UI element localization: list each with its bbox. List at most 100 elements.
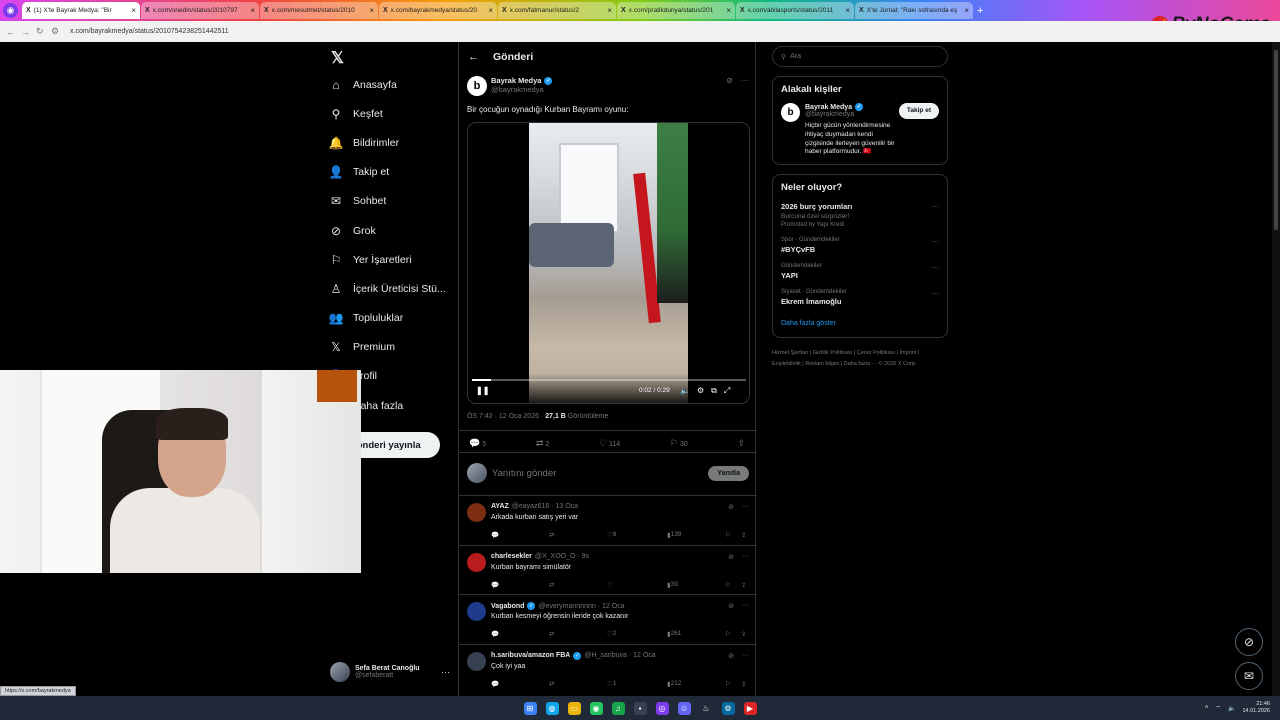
close-tab-icon[interactable]: × bbox=[964, 6, 969, 15]
author-handle[interactable]: @bayrakmedya bbox=[491, 85, 552, 94]
reply-input[interactable]: Yanıtını gönder bbox=[492, 468, 556, 479]
reply-tweet[interactable]: Vagabond ✓ @everymannnnnn · 12 Oca ⊘ ··· Ku… bbox=[459, 594, 757, 643]
avatar[interactable] bbox=[467, 503, 486, 522]
site-info-icon[interactable]: ⚙ bbox=[51, 26, 60, 37]
repost-icon[interactable]: ⇄ bbox=[549, 680, 554, 688]
account-more-icon[interactable]: ··· bbox=[441, 667, 450, 677]
views-button[interactable]: ▮ 39 bbox=[667, 581, 678, 589]
search-input[interactable]: ⚲ Ara bbox=[772, 46, 948, 67]
repost-icon[interactable]: ⇄ bbox=[549, 531, 554, 539]
reply-icon[interactable]: 💬 bbox=[491, 531, 499, 539]
show-more-link[interactable]: Daha fazla göster bbox=[781, 320, 939, 327]
steam-icon[interactable]: ♨ bbox=[699, 701, 713, 715]
bookmark-icon[interactable]: ⚐ bbox=[725, 531, 731, 539]
browser-tab[interactable]: Xx.com/bayrakmedya/status/20 × bbox=[379, 2, 497, 19]
bookmark-icon[interactable]: ⚐ bbox=[725, 680, 731, 688]
grok-icon[interactable]: ⊘ bbox=[728, 503, 734, 511]
close-tab-icon[interactable]: × bbox=[607, 6, 612, 15]
like-button[interactable]: ♡ 2 bbox=[607, 630, 616, 638]
reply-author-name[interactable]: charlesekler bbox=[491, 553, 532, 560]
avatar[interactable] bbox=[467, 602, 486, 621]
browser-tab[interactable]: X X'te Jurnal: "Rakı sofrasında eş × bbox=[855, 2, 973, 19]
reload-icon[interactable]: ↻ bbox=[36, 26, 45, 37]
pause-icon[interactable]: ❚❚ bbox=[476, 386, 489, 395]
views-button[interactable]: ▮ 139 bbox=[667, 531, 681, 539]
share-icon[interactable]: ⇪ bbox=[741, 531, 746, 539]
browser-tab[interactable]: Xx.com/fatmanur/status/2 × bbox=[498, 2, 616, 19]
close-tab-icon[interactable]: × bbox=[250, 6, 255, 15]
twitch-icon[interactable]: ◎ bbox=[655, 701, 669, 715]
like-button[interactable]: ♡ 6 bbox=[607, 531, 616, 539]
reply-author-name[interactable]: h.saribuva/amazon FBA bbox=[491, 652, 570, 659]
fullscreen-icon[interactable]: ⤢ bbox=[724, 386, 730, 396]
sidebar-item-bell[interactable]: 🔔 Bildirimler bbox=[328, 128, 448, 157]
trend-item[interactable]: Gündemdekiler YAPI ··· bbox=[781, 263, 939, 280]
back-arrow-icon[interactable]: ← bbox=[468, 51, 479, 63]
sidebar-item-search[interactable]: ⚲ Keşfet bbox=[328, 99, 448, 128]
close-tab-icon[interactable]: × bbox=[488, 6, 493, 15]
like-button[interactable]: ♡ 114 bbox=[599, 438, 620, 449]
more-options-icon[interactable]: ··· bbox=[931, 202, 939, 211]
video-player[interactable]: ❚❚ 0:02 / 0:29 🔈 ⚙ ⧉ ⤢ bbox=[467, 122, 750, 404]
sidebar-item-mail[interactable]: ✉ Sohbet bbox=[328, 187, 448, 216]
close-tab-icon[interactable]: × bbox=[726, 6, 731, 15]
forward-icon[interactable]: → bbox=[21, 27, 30, 37]
wifi-icon[interactable]: ⌔ bbox=[1215, 704, 1221, 712]
more-options-icon[interactable]: ··· bbox=[931, 237, 939, 246]
footer-links[interactable]: Hizmet Şartları | Gizlilik Politikası | … bbox=[772, 348, 948, 369]
browser-menu-icon[interactable]: ◉ bbox=[3, 3, 18, 18]
share-icon[interactable]: ⇪ bbox=[741, 581, 746, 589]
trend-item[interactable]: Spor · Gündemdekiler #BYÇvFB ··· bbox=[781, 237, 939, 254]
follow-button[interactable]: Takip et bbox=[898, 103, 939, 119]
pip-icon[interactable]: ⧉ bbox=[711, 386, 717, 396]
video-progress-bar[interactable] bbox=[472, 379, 746, 381]
author-avatar[interactable]: b bbox=[467, 76, 487, 96]
more-options-icon[interactable]: ··· bbox=[741, 76, 749, 96]
views-button[interactable]: ▮ 261 bbox=[667, 630, 681, 638]
more-options-icon[interactable]: ··· bbox=[931, 289, 939, 298]
close-tab-icon[interactable]: × bbox=[131, 6, 136, 15]
like-button[interactable]: ♡ 1 bbox=[607, 680, 616, 688]
grok-icon[interactable]: ⊘ bbox=[728, 652, 734, 660]
youtube-icon[interactable]: ▶ bbox=[743, 701, 757, 715]
messages-floating-button[interactable]: ✉ bbox=[1235, 662, 1263, 690]
reply-author-name[interactable]: AYAZ bbox=[491, 503, 509, 510]
more-options-icon[interactable]: ··· bbox=[742, 503, 749, 511]
more-options-icon[interactable]: ··· bbox=[742, 602, 749, 610]
repost-icon[interactable]: ⇄ bbox=[549, 630, 554, 638]
settings-icon[interactable]: ⚙ bbox=[697, 386, 704, 396]
browser-tab[interactable]: Xx.com/pratikdunya/status/201 × bbox=[617, 2, 735, 19]
clock[interactable]: 21:46 14.01.2026 bbox=[1242, 701, 1270, 714]
reply-tweet[interactable]: AYAZ @eayaz616 · 13 Oca ⊘ ··· Arkada kurba… bbox=[459, 495, 757, 544]
reply-author-name[interactable]: Vagabond bbox=[491, 603, 524, 610]
sidebar-item-creator[interactable]: ♙ İçerik Üreticisi Stü... bbox=[328, 274, 448, 303]
new-tab-button[interactable]: + bbox=[977, 5, 983, 17]
reply-icon[interactable]: 💬 bbox=[491, 581, 499, 589]
app2-icon[interactable]: ⚙ bbox=[721, 701, 735, 715]
avatar[interactable] bbox=[467, 651, 486, 671]
bookmark-icon[interactable]: ⚐ bbox=[725, 581, 731, 589]
bookmark-icon[interactable]: ⚐ bbox=[725, 630, 731, 638]
repost-button[interactable]: ⇄ 2 bbox=[536, 438, 549, 449]
related-avatar[interactable]: b bbox=[781, 103, 800, 122]
more-options-icon[interactable]: ··· bbox=[742, 553, 749, 561]
url-field[interactable]: x.com/bayrakmedya/status/201075423825144… bbox=[70, 28, 229, 35]
volume-icon[interactable]: 🔈 bbox=[680, 386, 690, 396]
reply-icon[interactable]: 💬 bbox=[491, 630, 499, 638]
close-tab-icon[interactable]: × bbox=[845, 6, 850, 15]
avatar[interactable] bbox=[467, 552, 486, 572]
browser-tab[interactable]: Xx.com/abilasports/status/2011 × bbox=[736, 2, 854, 19]
scrollbar[interactable] bbox=[1272, 42, 1280, 696]
repost-icon[interactable]: ⇄ bbox=[549, 581, 554, 589]
more-options-icon[interactable]: ··· bbox=[931, 263, 939, 272]
share-icon[interactable]: ⇪ bbox=[741, 680, 746, 688]
folder-icon[interactable]: ▭ bbox=[567, 701, 581, 715]
grok-icon[interactable]: ⊘ bbox=[728, 602, 734, 610]
grok-icon[interactable]: ⊘ bbox=[728, 553, 734, 561]
reply-button[interactable]: 💬 5 bbox=[469, 438, 486, 449]
author-name[interactable]: Bayrak Medya bbox=[491, 76, 541, 85]
share-icon[interactable]: ⇪ bbox=[741, 630, 746, 638]
reply-tweet[interactable]: charlesekler @X_XOO_O · 9s ⊘ ··· Kurban ba… bbox=[459, 544, 757, 594]
browser-tab[interactable]: Xx.com/onedin/status/2010797 × bbox=[141, 2, 259, 19]
account-switcher[interactable]: Sefa Berat Canoğlu @sefaberatt ··· bbox=[330, 662, 450, 682]
